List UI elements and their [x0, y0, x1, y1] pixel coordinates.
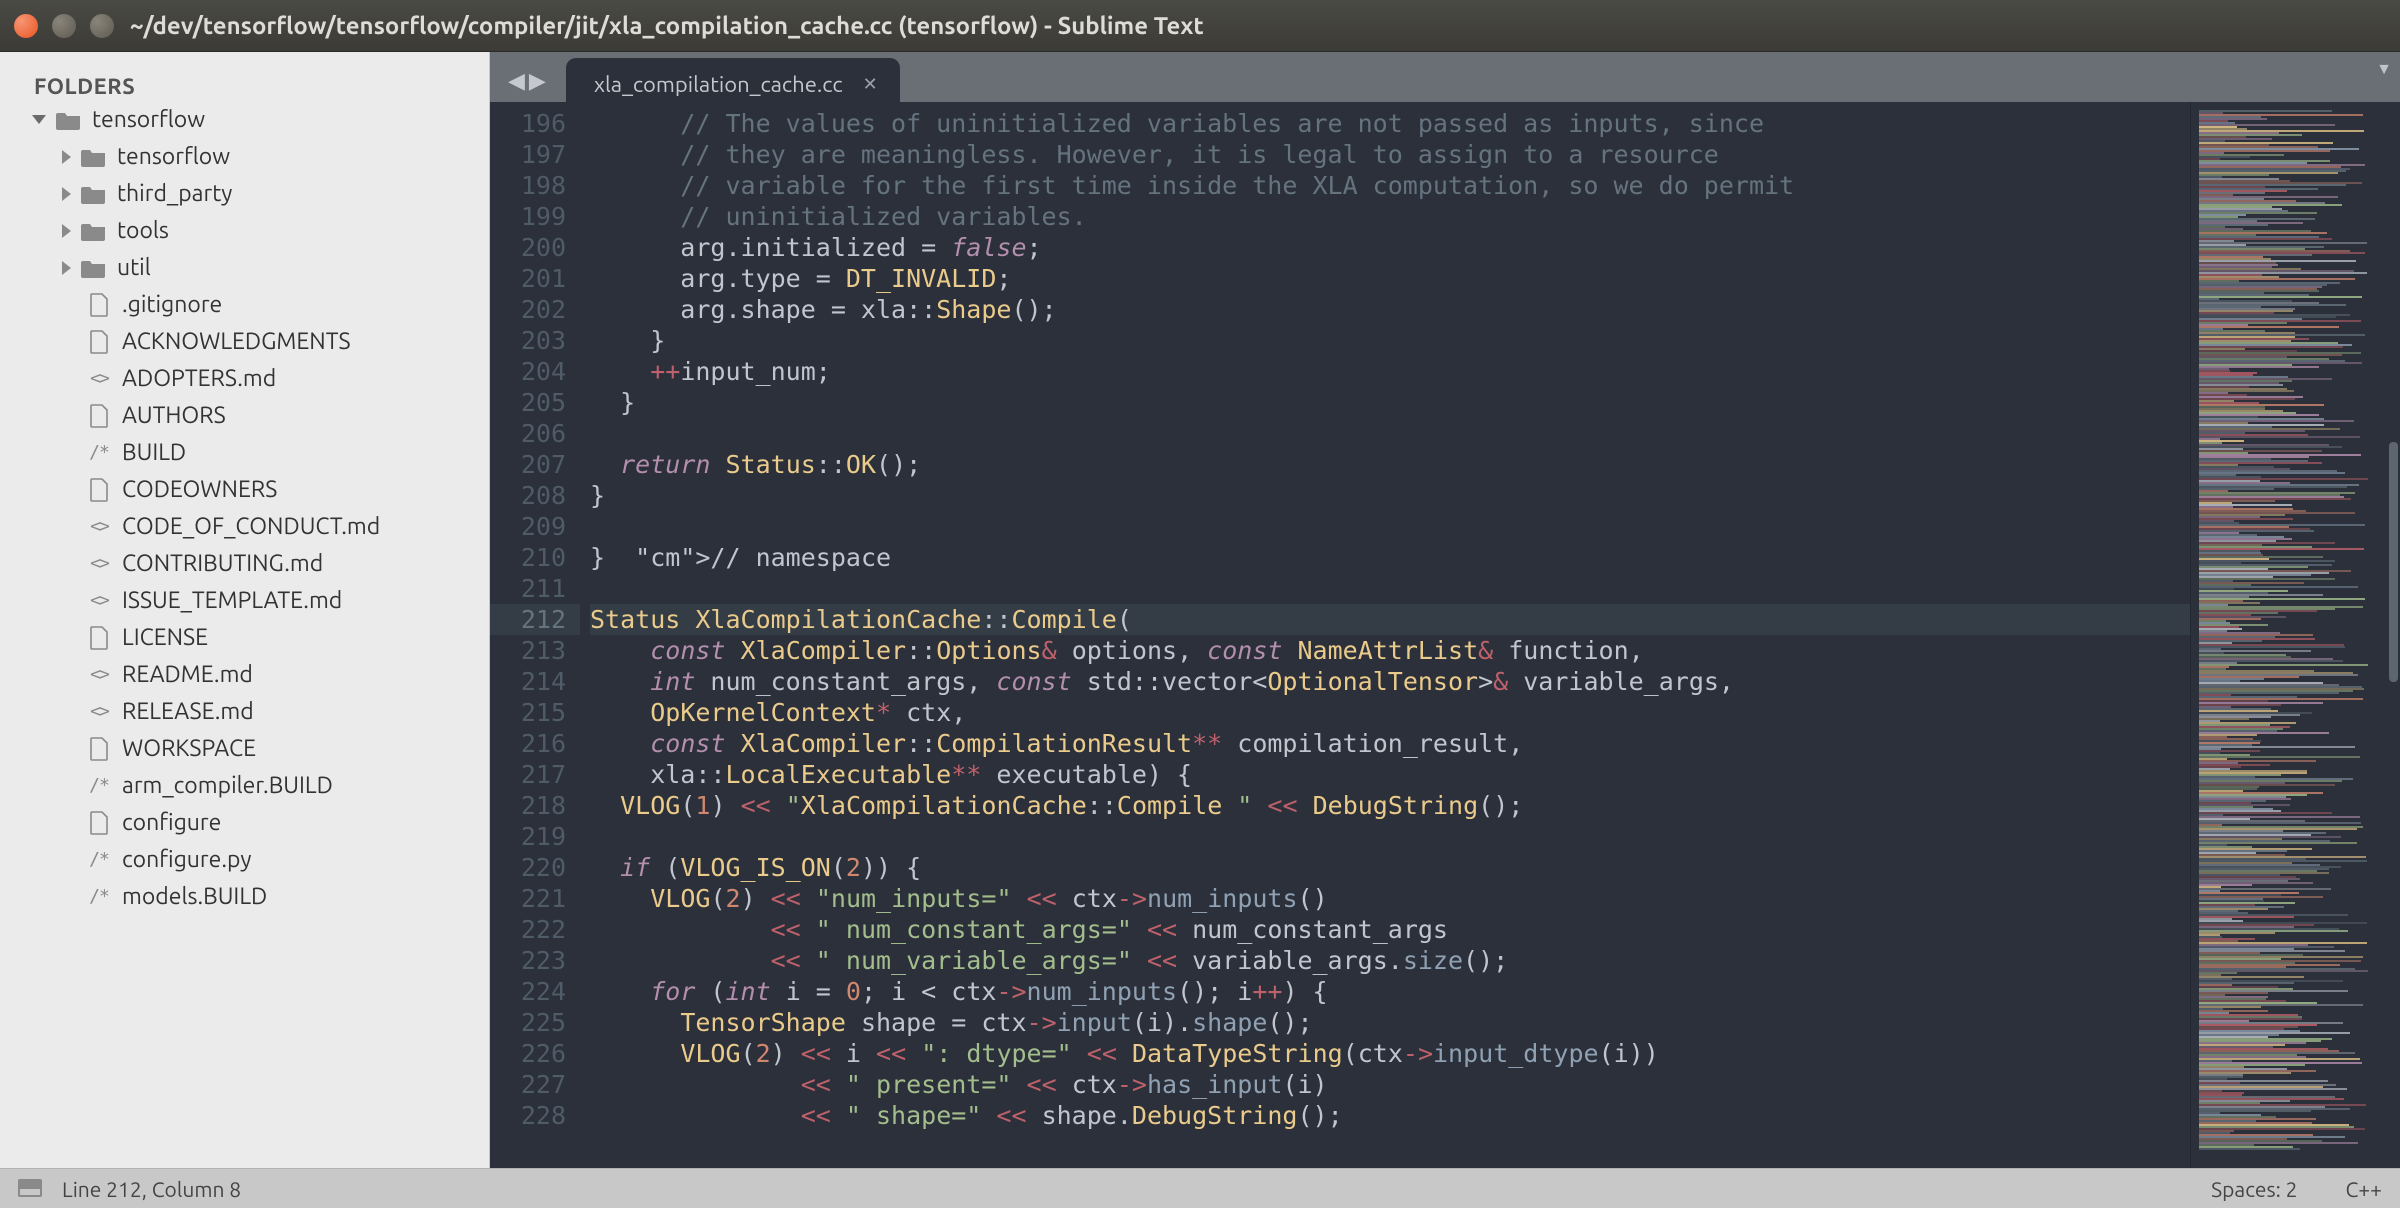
build-file-icon: /*: [86, 849, 112, 871]
file-item-issue-template-md[interactable]: <> ISSUE_TEMPLATE.md: [8, 582, 489, 619]
tree-item-label: CODEOWNERS: [122, 477, 277, 502]
file-icon: [86, 812, 112, 834]
folder-item-tensorflow[interactable]: tensorflow: [8, 101, 489, 138]
tree-item-label: util: [117, 255, 151, 280]
status-bar: Line 212, Column 8 Spaces: 2 C++: [0, 1168, 2400, 1208]
tree-item-label: tools: [117, 218, 169, 243]
file-item-authors[interactable]: AUTHORS: [8, 397, 489, 434]
folder-item-tools[interactable]: tools: [8, 212, 489, 249]
code-area[interactable]: // The values of uninitialized variables…: [580, 102, 2190, 1168]
file-icon: [86, 738, 112, 760]
folder-icon: [81, 146, 107, 168]
tree-item-label: ACKNOWLEDGMENTS: [122, 329, 351, 354]
tree-item-label: CODE_OF_CONDUCT.md: [122, 514, 380, 539]
sidebar: FOLDERS tensorflowtensorflowthird_partyt…: [0, 52, 490, 1168]
tab-back-icon[interactable]: ◀: [508, 68, 525, 94]
file-icon: [86, 331, 112, 353]
tree-item-label: README.md: [122, 662, 253, 687]
window-minimize-button[interactable]: [52, 14, 76, 38]
folder-item-tensorflow[interactable]: tensorflow: [8, 138, 489, 175]
build-file-icon: /*: [86, 442, 112, 464]
folder-item-third-party[interactable]: third_party: [8, 175, 489, 212]
tree-item-label: BUILD: [122, 440, 186, 465]
panel-switch-icon[interactable]: [18, 1177, 42, 1201]
tree-item-label: third_party: [117, 181, 232, 206]
minimap-scroll-thumb[interactable]: [2389, 442, 2398, 682]
file-item-codeowners[interactable]: CODEOWNERS: [8, 471, 489, 508]
window-close-button[interactable]: [14, 14, 38, 38]
tree-item-label: ADOPTERS.md: [122, 366, 276, 391]
folder-icon: [81, 220, 107, 242]
file-item-models-build[interactable]: /* models.BUILD: [8, 878, 489, 915]
sidebar-header: FOLDERS: [0, 62, 489, 101]
file-item-configure[interactable]: configure: [8, 804, 489, 841]
markup-file-icon: <>: [86, 701, 112, 723]
folder-item-util[interactable]: util: [8, 249, 489, 286]
tree-item-label: .gitignore: [122, 292, 222, 317]
file-icon: [86, 627, 112, 649]
editor: ◀ ▶ xla_compilation_cache.cc ✕ ▼ 1961971…: [490, 52, 2400, 1168]
tree-item-label: configure.py: [122, 847, 251, 872]
file-icon: [86, 294, 112, 316]
window-maximize-button[interactable]: [90, 14, 114, 38]
tab-history-nav: ◀ ▶: [500, 68, 558, 102]
file-item-readme-md[interactable]: <> README.md: [8, 656, 489, 693]
tree-item-label: tensorflow: [92, 107, 205, 132]
disclosure-triangle-icon[interactable]: [32, 115, 46, 124]
markup-file-icon: <>: [86, 516, 112, 538]
folder-icon: [81, 183, 107, 205]
markup-file-icon: <>: [86, 553, 112, 575]
file-item-contributing-md[interactable]: <> CONTRIBUTING.md: [8, 545, 489, 582]
file-icon: [86, 405, 112, 427]
disclosure-triangle-icon[interactable]: [62, 224, 71, 238]
folder-icon: [81, 257, 107, 279]
tree-item-label: LICENSE: [122, 625, 208, 650]
file-item-workspace[interactable]: WORKSPACE: [8, 730, 489, 767]
folder-icon: [56, 109, 82, 131]
tree-item-label: WORKSPACE: [122, 736, 256, 761]
disclosure-triangle-icon[interactable]: [62, 187, 71, 201]
file-item-configure-py[interactable]: /* configure.py: [8, 841, 489, 878]
file-item-release-md[interactable]: <> RELEASE.md: [8, 693, 489, 730]
file-item-license[interactable]: LICENSE: [8, 619, 489, 656]
cursor-position: Line 212, Column 8: [62, 1177, 241, 1201]
file-tab-label: xla_compilation_cache.cc: [594, 72, 843, 97]
line-number-gutter: 1961971981992002012022032042052062072082…: [490, 102, 580, 1168]
tree-item-label: arm_compiler.BUILD: [122, 773, 333, 798]
file-item--gitignore[interactable]: .gitignore: [8, 286, 489, 323]
file-tree: tensorflow tensorflow third_partytools util…: [0, 101, 489, 915]
markup-file-icon: <>: [86, 664, 112, 686]
tree-item-label: configure: [122, 810, 221, 835]
syntax-setting[interactable]: C++: [2345, 1177, 2382, 1201]
build-file-icon: /*: [86, 775, 112, 797]
tree-item-label: ISSUE_TEMPLATE.md: [122, 588, 342, 613]
tab-overflow-icon[interactable]: ▼: [2376, 60, 2392, 79]
file-item-adopters-md[interactable]: <> ADOPTERS.md: [8, 360, 489, 397]
file-icon: [86, 479, 112, 501]
tree-item-label: RELEASE.md: [122, 699, 254, 724]
close-tab-icon[interactable]: ✕: [863, 74, 878, 95]
file-tab[interactable]: xla_compilation_cache.cc ✕: [566, 58, 900, 102]
build-file-icon: /*: [86, 886, 112, 908]
markup-file-icon: <>: [86, 590, 112, 612]
tab-bar: ◀ ▶ xla_compilation_cache.cc ✕ ▼: [490, 52, 2400, 102]
indent-setting[interactable]: Spaces: 2: [2211, 1177, 2297, 1201]
tree-item-label: AUTHORS: [122, 403, 226, 428]
window-titlebar: ~/dev/tensorflow/tensorflow/compiler/jit…: [0, 0, 2400, 52]
tree-item-label: tensorflow: [117, 144, 230, 169]
minimap[interactable]: [2190, 102, 2400, 1168]
markup-file-icon: <>: [86, 368, 112, 390]
file-item-build[interactable]: /* BUILD: [8, 434, 489, 471]
file-item-acknowledgments[interactable]: ACKNOWLEDGMENTS: [8, 323, 489, 360]
file-item-arm-compiler-build[interactable]: /* arm_compiler.BUILD: [8, 767, 489, 804]
disclosure-triangle-icon[interactable]: [62, 261, 71, 275]
tree-item-label: models.BUILD: [122, 884, 267, 909]
tree-item-label: CONTRIBUTING.md: [122, 551, 323, 576]
window-title: ~/dev/tensorflow/tensorflow/compiler/jit…: [130, 12, 1204, 39]
window-controls: [14, 14, 114, 38]
tab-forward-icon[interactable]: ▶: [529, 68, 546, 94]
file-item-code-of-conduct-md[interactable]: <> CODE_OF_CONDUCT.md: [8, 508, 489, 545]
disclosure-triangle-icon[interactable]: [62, 150, 71, 164]
